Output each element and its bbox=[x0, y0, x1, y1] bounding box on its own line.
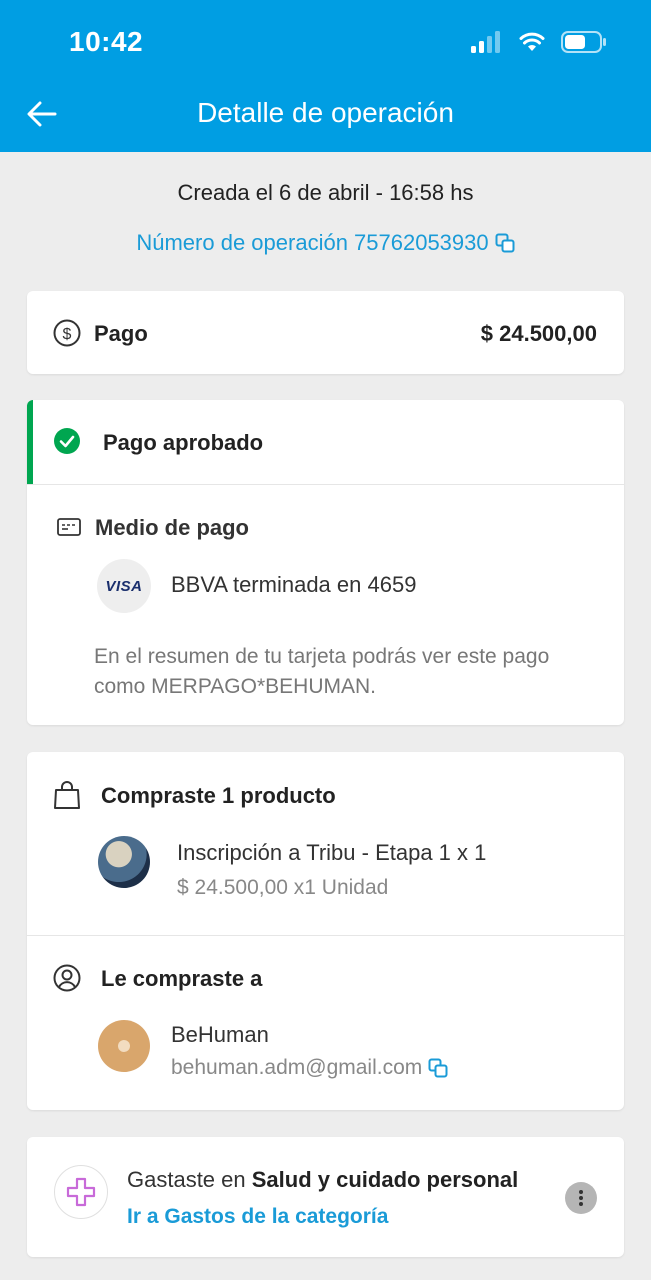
category-name: Salud y cuidado personal bbox=[251, 1167, 519, 1192]
user-circle-icon bbox=[53, 964, 81, 992]
page-title: Detalle de operación bbox=[197, 97, 454, 128]
purchase-card: Compraste 1 producto Inscripción a Tribu… bbox=[27, 752, 624, 1110]
category-expenses-link[interactable]: Ir a Gastos de la categoría bbox=[127, 1205, 388, 1229]
wifi-icon bbox=[519, 32, 545, 51]
product-price: $ 24.500,00 x1 Unidad bbox=[177, 876, 389, 899]
payment-method-title: Medio de pago bbox=[95, 515, 249, 540]
shopping-bag-icon bbox=[54, 781, 80, 809]
card-brand: VISA bbox=[105, 577, 143, 595]
status-label: Pago aprobado bbox=[103, 430, 264, 455]
dollar-circle-icon: $ bbox=[53, 319, 81, 347]
copy-icon[interactable] bbox=[428, 1058, 448, 1078]
purchase-title: Compraste 1 producto bbox=[101, 783, 336, 808]
battery-icon bbox=[561, 31, 606, 53]
category-icon-circle bbox=[54, 1165, 108, 1219]
status-time: 10:42 bbox=[69, 26, 144, 57]
app-header: 10:42 Detalle de operación bbox=[0, 0, 651, 152]
seller-email-row[interactable]: behuman.adm@gmail.com bbox=[171, 1056, 448, 1080]
copy-icon[interactable] bbox=[495, 233, 515, 253]
health-cross-icon bbox=[66, 1177, 96, 1207]
operation-number-label: Número de operación 75762053930 bbox=[136, 230, 489, 255]
payment-card: $ Pago $ 24.500,00 bbox=[27, 291, 624, 374]
operation-number[interactable]: Número de operación 75762053930 bbox=[0, 230, 651, 256]
signal-icon bbox=[471, 31, 500, 53]
card-description: BBVA terminada en 4659 bbox=[171, 572, 417, 597]
product-image[interactable] bbox=[98, 836, 150, 888]
more-vertical-icon bbox=[579, 1190, 583, 1206]
product-name[interactable]: Inscripción a Tribu - Etapa 1 x 1 bbox=[177, 840, 486, 866]
divider bbox=[27, 484, 624, 485]
seller-title: Le compraste a bbox=[101, 966, 263, 991]
status-accent-bar bbox=[27, 400, 33, 484]
statement-note: En el resumen de tu tarjeta podrás ver e… bbox=[94, 645, 550, 698]
seller-name: BeHuman bbox=[171, 1022, 269, 1047]
seller-avatar bbox=[98, 1020, 150, 1072]
check-circle-icon bbox=[54, 428, 80, 454]
visa-logo: VISA bbox=[97, 559, 151, 613]
category-prefix: Gastaste en bbox=[127, 1167, 252, 1192]
status-icons bbox=[471, 30, 607, 54]
payment-amount: $ 24.500,00 bbox=[480, 321, 597, 346]
created-date: Creada el 6 de abril - 16:58 hs bbox=[177, 180, 474, 205]
credit-card-icon bbox=[57, 518, 81, 536]
category-text: Gastaste en Salud y cuidado personal bbox=[127, 1167, 518, 1193]
divider bbox=[27, 935, 624, 936]
category-card: Gastaste en Salud y cuidado personal Ir … bbox=[27, 1137, 624, 1257]
payment-status-card: Pago aprobado Medio de pago VISA BBVA te… bbox=[27, 400, 624, 725]
payment-label: Pago bbox=[94, 321, 148, 346]
more-options-button[interactable] bbox=[565, 1182, 597, 1214]
seller-email: behuman.adm@gmail.com bbox=[171, 1056, 423, 1079]
svg-text:$: $ bbox=[63, 326, 72, 343]
